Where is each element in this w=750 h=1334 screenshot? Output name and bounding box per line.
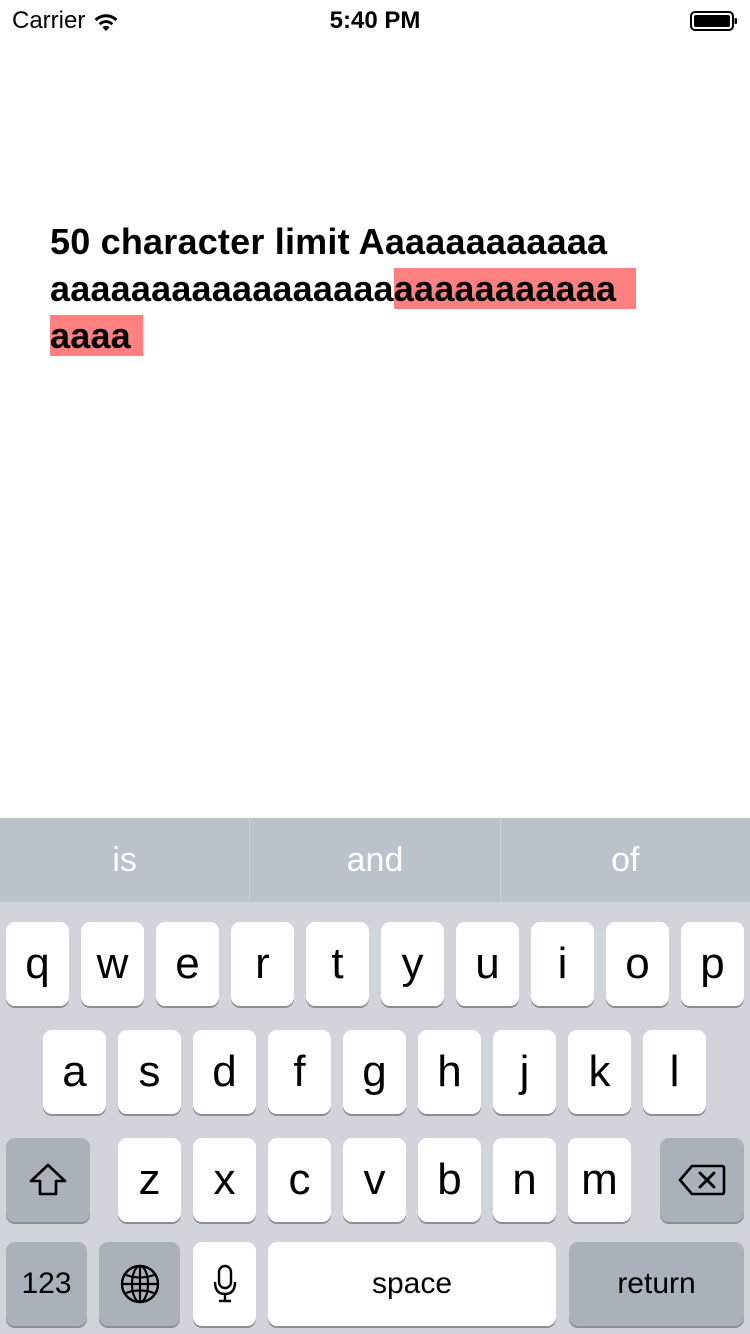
prediction-3[interactable]: of — [499, 818, 750, 902]
dictation-key[interactable] — [193, 1242, 256, 1326]
key-i[interactable]: i — [531, 922, 594, 1006]
over-limit-text: aaaaaaaaaaa — [393, 268, 637, 309]
shift-icon — [28, 1162, 68, 1198]
key-z[interactable]: z — [118, 1138, 181, 1222]
keyboard: is and of q w e r t y u i o p a s d f g … — [0, 818, 750, 1334]
battery-icon — [690, 11, 738, 31]
globe-icon — [119, 1263, 161, 1305]
globe-key[interactable] — [99, 1242, 180, 1326]
key-l[interactable]: l — [643, 1030, 706, 1114]
key-p[interactable]: p — [681, 922, 744, 1006]
text-line-3: aaaa — [50, 312, 705, 359]
key-c[interactable]: c — [268, 1138, 331, 1222]
key-x[interactable]: x — [193, 1138, 256, 1222]
text-within-limit: aaaaaaaaaaaaaaaaa — [50, 268, 394, 309]
key-w[interactable]: w — [81, 922, 144, 1006]
prediction-2[interactable]: and — [249, 818, 499, 902]
key-q[interactable]: q — [6, 922, 69, 1006]
key-d[interactable]: d — [193, 1030, 256, 1114]
text-line-1: 50 character limit Aaaaaaaaaaaa — [50, 221, 608, 262]
key-b[interactable]: b — [418, 1138, 481, 1222]
backspace-icon — [678, 1164, 726, 1196]
status-bar: Carrier 5:40 PM — [0, 0, 750, 40]
backspace-key[interactable] — [660, 1138, 744, 1222]
key-t[interactable]: t — [306, 922, 369, 1006]
return-key[interactable]: return — [569, 1242, 744, 1326]
predictive-bar: is and of — [0, 818, 750, 902]
key-e[interactable]: e — [156, 922, 219, 1006]
key-j[interactable]: j — [493, 1030, 556, 1114]
key-r[interactable]: r — [231, 922, 294, 1006]
key-v[interactable]: v — [343, 1138, 406, 1222]
over-limit-text: aaaa — [50, 315, 143, 356]
key-h[interactable]: h — [418, 1030, 481, 1114]
key-f[interactable]: f — [268, 1030, 331, 1114]
prediction-1[interactable]: is — [0, 818, 249, 902]
text-line-2: aaaaaaaaaaaaaaaaaaaaaaaaaaaa — [50, 265, 705, 312]
key-o[interactable]: o — [606, 922, 669, 1006]
microphone-icon — [212, 1264, 238, 1304]
key-s[interactable]: s — [118, 1030, 181, 1114]
clock: 5:40 PM — [329, 7, 421, 34]
key-u[interactable]: u — [456, 922, 519, 1006]
text-field[interactable]: 50 character limit Aaaaaaaaaaaa aaaaaaaa… — [50, 218, 705, 359]
key-a[interactable]: a — [43, 1030, 106, 1114]
key-g[interactable]: g — [343, 1030, 406, 1114]
space-key[interactable]: space — [268, 1242, 556, 1326]
shift-key[interactable] — [6, 1138, 90, 1222]
key-n[interactable]: n — [493, 1138, 556, 1222]
key-y[interactable]: y — [381, 922, 444, 1006]
key-m[interactable]: m — [568, 1138, 631, 1222]
key-k[interactable]: k — [568, 1030, 631, 1114]
numbers-key[interactable]: 123 — [6, 1242, 87, 1326]
